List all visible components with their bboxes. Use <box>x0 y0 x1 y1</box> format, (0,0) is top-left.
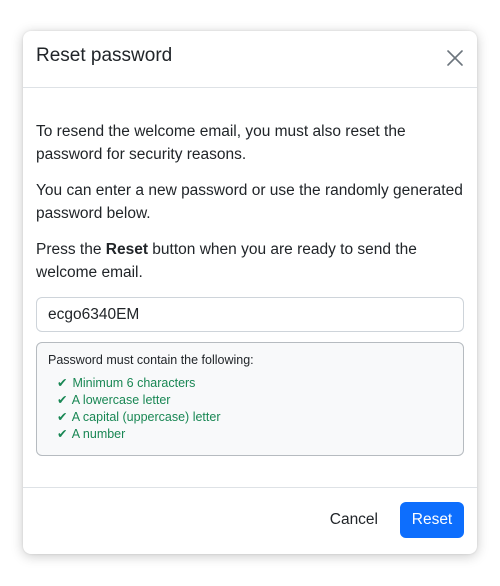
requirement-item: ✔ A capital (uppercase) letter <box>57 409 452 426</box>
close-icon <box>447 50 463 66</box>
reset-button[interactable]: Reset <box>400 502 464 538</box>
checkmark-icon: ✔ <box>57 376 68 390</box>
requirements-title: Password must contain the following: <box>48 353 254 367</box>
checkmark-icon: ✔ <box>57 393 68 407</box>
password-input[interactable] <box>36 297 464 332</box>
requirement-label: A number <box>71 427 126 441</box>
dialog-footer: Cancel Reset <box>23 487 477 554</box>
instruction-prefix: Press the <box>36 241 106 258</box>
instruction-paragraph: Press the Reset button when you are read… <box>36 238 464 284</box>
requirement-item: ✔ A number <box>57 426 452 443</box>
requirement-item: ✔ A lowercase letter <box>57 392 452 409</box>
requirements-list: ✔ Minimum 6 characters ✔ A lowercase let… <box>48 375 452 443</box>
requirement-label: A lowercase letter <box>71 393 171 407</box>
requirement-item: ✔ Minimum 6 characters <box>57 375 452 392</box>
requirement-label: A capital (uppercase) letter <box>71 410 221 424</box>
requirement-label: Minimum 6 characters <box>72 376 196 390</box>
reset-password-dialog: Reset password To resend the welcome ema… <box>23 31 477 554</box>
intro-paragraph: To resend the welcome email, you must al… <box>36 123 406 163</box>
checkmark-icon: ✔ <box>57 410 68 424</box>
option-paragraph: You can enter a new password or use the … <box>36 182 463 222</box>
cancel-button[interactable]: Cancel <box>320 502 388 538</box>
close-button[interactable] <box>442 45 468 71</box>
instruction-reset-word: Reset <box>105 241 148 258</box>
password-requirements: Password must contain the following: ✔ M… <box>36 342 464 456</box>
dialog-header: Reset password <box>23 31 477 88</box>
checkmark-icon: ✔ <box>57 427 68 441</box>
dialog-title: Reset password <box>36 45 173 66</box>
